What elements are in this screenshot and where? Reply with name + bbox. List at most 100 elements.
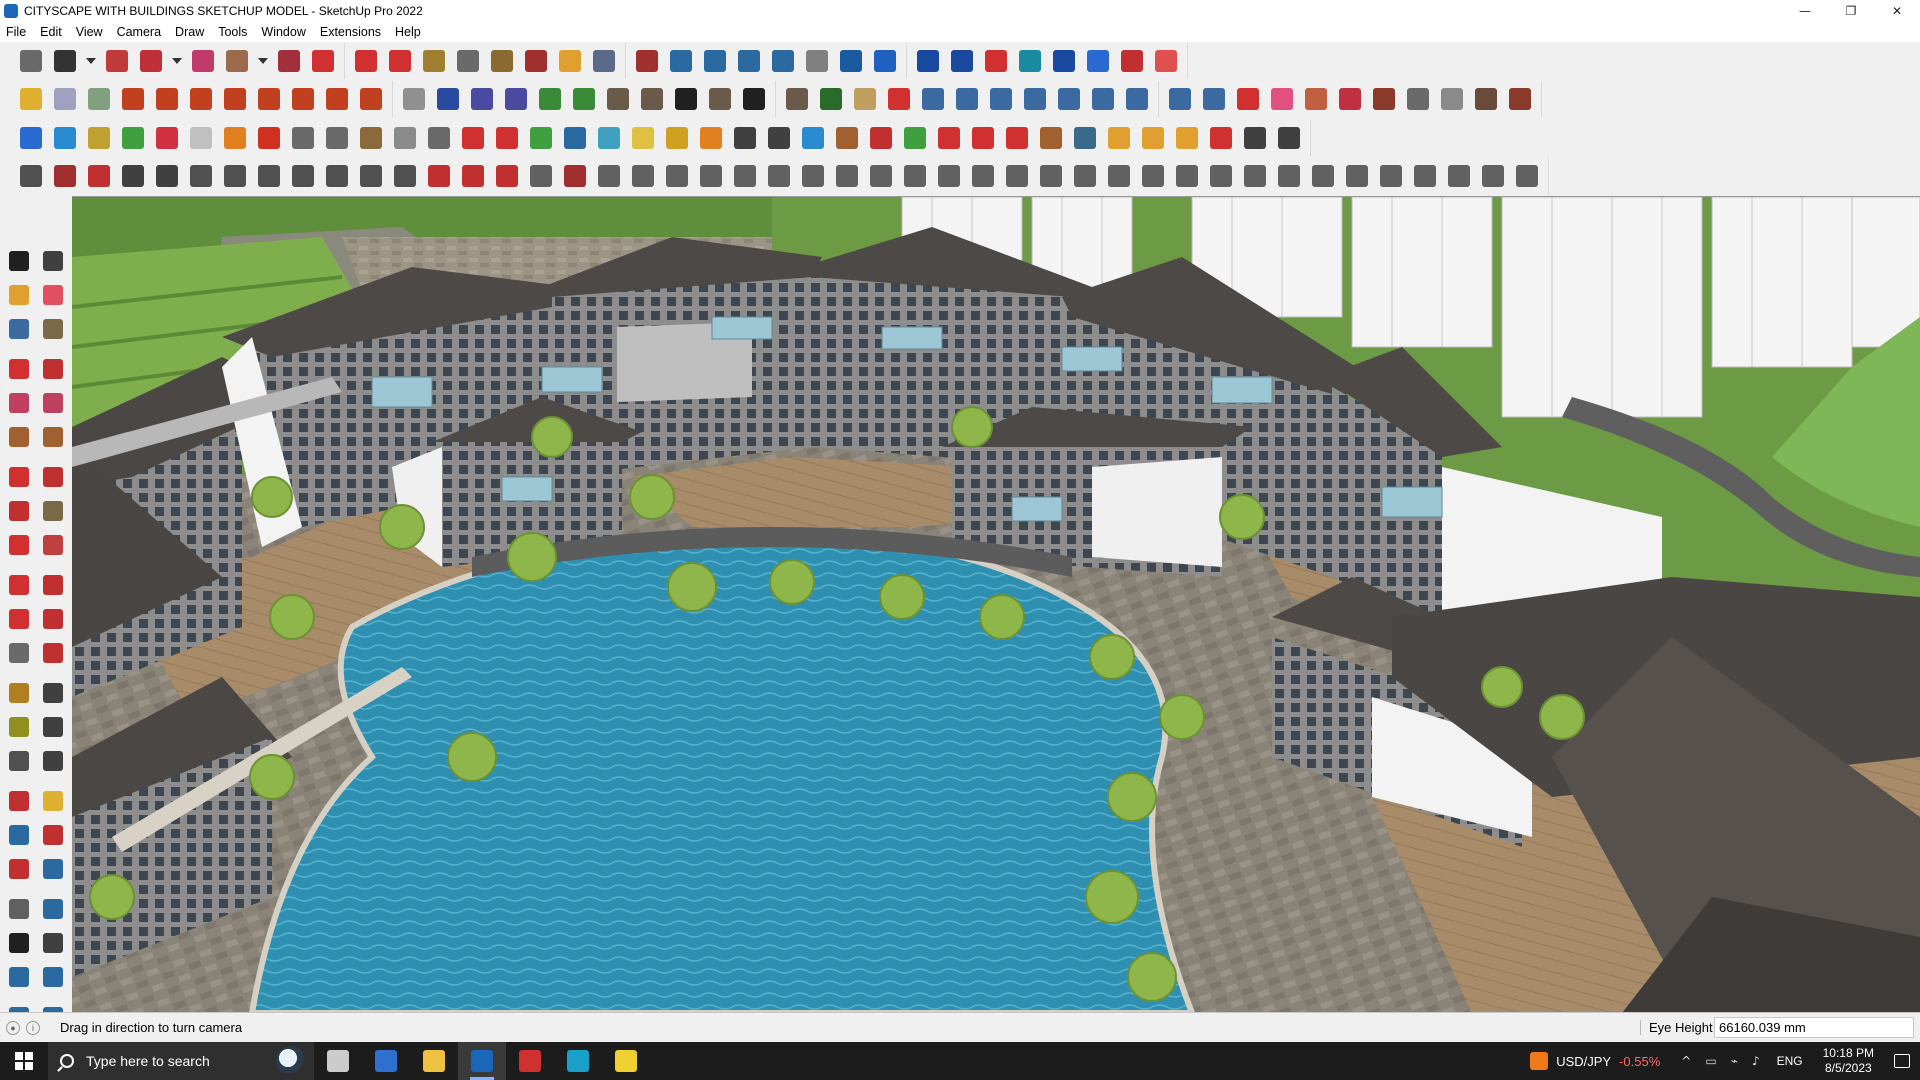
tool-button[interactable] bbox=[882, 83, 916, 115]
tool-button[interactable] bbox=[48, 122, 82, 154]
tool-button[interactable] bbox=[456, 160, 490, 192]
tool-button[interactable] bbox=[218, 122, 252, 154]
tool-button[interactable] bbox=[116, 83, 150, 115]
left-tool-button[interactable] bbox=[2, 960, 36, 994]
stock-ticker[interactable]: USD/JPY -0.55% bbox=[1530, 1052, 1660, 1070]
left-tool-button[interactable] bbox=[2, 744, 36, 778]
tool-button[interactable] bbox=[1018, 83, 1052, 115]
tool-button[interactable] bbox=[966, 122, 1000, 154]
tool-button[interactable] bbox=[1163, 83, 1197, 115]
tool-button[interactable] bbox=[1272, 122, 1306, 154]
tool-button[interactable] bbox=[533, 83, 567, 115]
left-tool-button[interactable] bbox=[2, 636, 36, 670]
tool-button[interactable] bbox=[1272, 160, 1306, 192]
info-icon[interactable]: i bbox=[26, 1020, 40, 1035]
tool-button[interactable] bbox=[252, 122, 286, 154]
tool-button[interactable] bbox=[635, 83, 669, 115]
left-tool-button[interactable] bbox=[2, 710, 36, 744]
tool-button[interactable] bbox=[349, 45, 383, 77]
tool-button[interactable] bbox=[766, 45, 800, 77]
tool-button[interactable] bbox=[1333, 83, 1367, 115]
tool-button[interactable] bbox=[796, 122, 830, 154]
tool-button[interactable] bbox=[286, 83, 320, 115]
tool-button[interactable] bbox=[150, 83, 184, 115]
tool-button[interactable] bbox=[383, 45, 417, 77]
tool-button[interactable] bbox=[499, 83, 533, 115]
tool-button[interactable] bbox=[762, 122, 796, 154]
menu-help[interactable]: Help bbox=[395, 25, 421, 39]
taskbar-app-task-view[interactable] bbox=[314, 1042, 362, 1080]
tool-button[interactable] bbox=[732, 45, 766, 77]
tool-button[interactable] bbox=[698, 45, 732, 77]
taskbar-app-sticky-notes[interactable] bbox=[602, 1042, 650, 1080]
tool-button[interactable] bbox=[1136, 122, 1170, 154]
tool-button[interactable] bbox=[184, 122, 218, 154]
tool-button[interactable] bbox=[388, 160, 422, 192]
tool-button[interactable] bbox=[728, 122, 762, 154]
tool-button[interactable] bbox=[1469, 83, 1503, 115]
menu-file[interactable]: File bbox=[6, 25, 26, 39]
tool-button[interactable] bbox=[1115, 45, 1149, 77]
tool-button[interactable] bbox=[116, 160, 150, 192]
tool-button[interactable] bbox=[524, 122, 558, 154]
tool-button[interactable] bbox=[1136, 160, 1170, 192]
tool-button[interactable] bbox=[186, 45, 220, 77]
tool-button[interactable] bbox=[1204, 122, 1238, 154]
tool-button[interactable] bbox=[490, 160, 524, 192]
tool-button[interactable] bbox=[626, 122, 660, 154]
tool-button[interactable] bbox=[1204, 160, 1238, 192]
tool-button[interactable] bbox=[864, 160, 898, 192]
close-button[interactable]: ✕ bbox=[1874, 0, 1920, 22]
tool-button[interactable] bbox=[388, 122, 422, 154]
left-tool-button[interactable] bbox=[36, 892, 70, 926]
tool-button[interactable] bbox=[1047, 45, 1081, 77]
tool-button[interactable] bbox=[1170, 160, 1204, 192]
tool-button[interactable] bbox=[1000, 122, 1034, 154]
tool-button[interactable] bbox=[1476, 160, 1510, 192]
left-tool-button[interactable] bbox=[36, 744, 70, 778]
tool-button[interactable] bbox=[916, 83, 950, 115]
menu-window[interactable]: Window bbox=[261, 25, 305, 39]
tool-button[interactable] bbox=[252, 160, 286, 192]
tool-button[interactable] bbox=[354, 122, 388, 154]
tool-button[interactable] bbox=[519, 45, 553, 77]
tool-button[interactable] bbox=[150, 160, 184, 192]
taskbar-app-edge[interactable] bbox=[554, 1042, 602, 1080]
dropdown-arrow-icon[interactable] bbox=[254, 45, 272, 77]
battery-icon[interactable]: ▭ bbox=[1705, 1054, 1716, 1068]
left-tool-button[interactable] bbox=[36, 386, 70, 420]
menu-edit[interactable]: Edit bbox=[40, 25, 62, 39]
tool-button[interactable] bbox=[830, 160, 864, 192]
left-tool-button[interactable] bbox=[36, 710, 70, 744]
clock[interactable]: 10:18 PM 8/5/2023 bbox=[1823, 1046, 1874, 1076]
tool-button[interactable] bbox=[1068, 122, 1102, 154]
menu-camera[interactable]: Camera bbox=[117, 25, 161, 39]
tool-button[interactable] bbox=[485, 45, 519, 77]
tool-button[interactable] bbox=[397, 83, 431, 115]
tool-button[interactable] bbox=[966, 160, 1000, 192]
left-tool-button[interactable] bbox=[36, 568, 70, 602]
tool-button[interactable] bbox=[945, 45, 979, 77]
tool-button[interactable] bbox=[1408, 160, 1442, 192]
tool-button[interactable] bbox=[82, 160, 116, 192]
tool-button[interactable] bbox=[1068, 160, 1102, 192]
left-tool-button[interactable] bbox=[2, 312, 36, 346]
left-tool-button[interactable] bbox=[2, 892, 36, 926]
left-tool-button[interactable] bbox=[2, 602, 36, 636]
tool-button[interactable] bbox=[979, 45, 1013, 77]
tool-button[interactable] bbox=[306, 45, 340, 77]
tool-button[interactable] bbox=[417, 45, 451, 77]
volume-icon[interactable]: ♪ bbox=[1752, 1054, 1760, 1068]
dropdown-arrow-icon[interactable] bbox=[168, 45, 186, 77]
taskbar-app-acrobat[interactable] bbox=[506, 1042, 554, 1080]
tool-button[interactable] bbox=[134, 45, 168, 77]
tool-button[interactable] bbox=[14, 83, 48, 115]
left-tool-button[interactable] bbox=[36, 960, 70, 994]
language-indicator[interactable]: ENG bbox=[1777, 1054, 1803, 1068]
tool-button[interactable] bbox=[150, 122, 184, 154]
tool-button[interactable] bbox=[592, 122, 626, 154]
tool-button[interactable] bbox=[630, 45, 664, 77]
tool-button[interactable] bbox=[864, 122, 898, 154]
tool-button[interactable] bbox=[830, 122, 864, 154]
tool-button[interactable] bbox=[1081, 45, 1115, 77]
